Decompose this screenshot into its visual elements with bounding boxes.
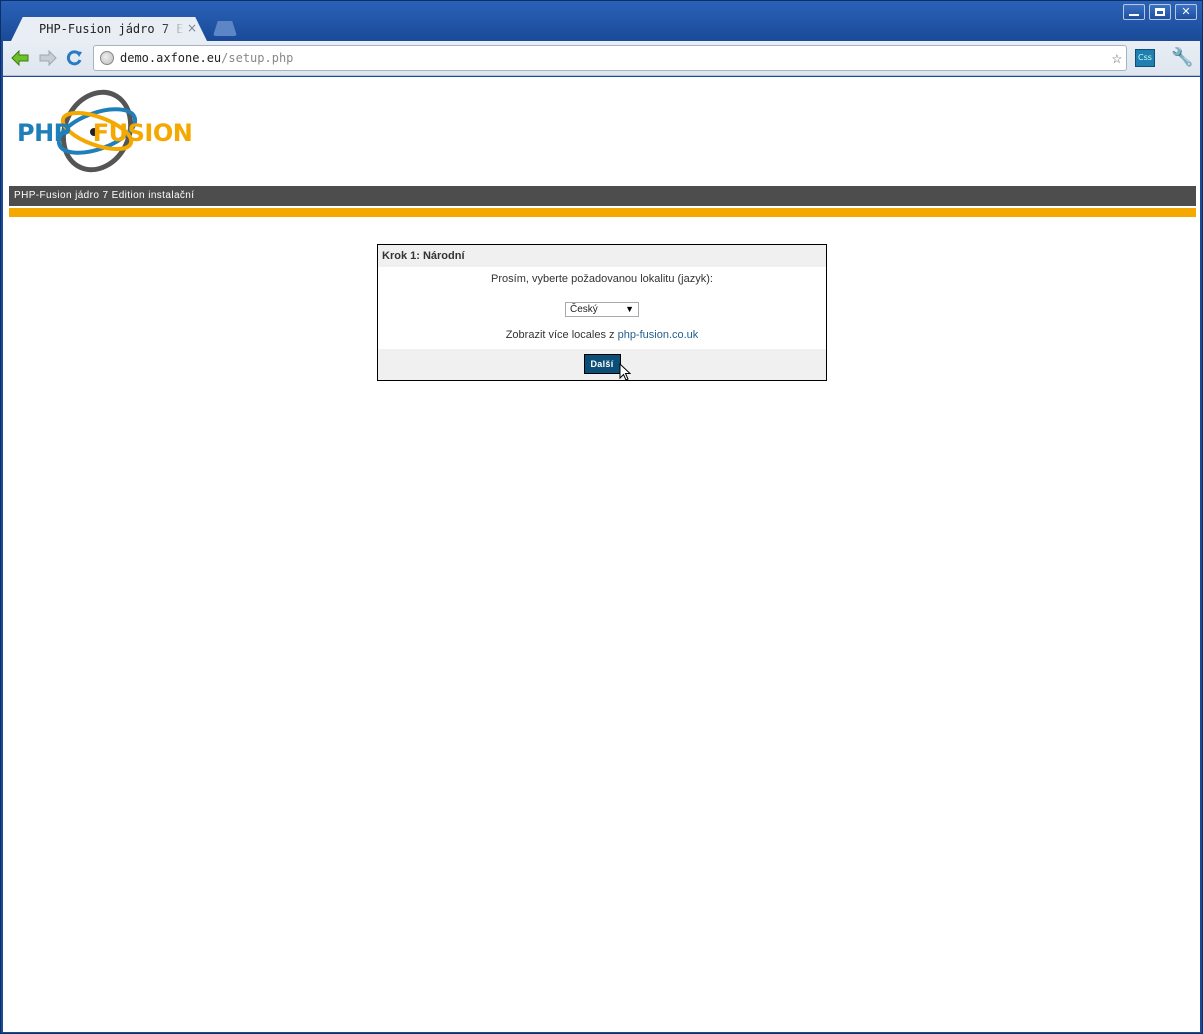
next-button[interactable]: Další xyxy=(583,354,621,374)
back-arrow-icon[interactable] xyxy=(11,50,29,66)
panel-body: Prosím, vyberte požadovanou lokalitu (ja… xyxy=(378,273,826,341)
bookmark-star-icon[interactable]: ☆ xyxy=(1112,48,1122,68)
close-window-button[interactable]: ✕ xyxy=(1175,4,1197,20)
page-viewport: PHP FUSION PHP-Fusion jádro 7 Edition ins… xyxy=(3,77,1200,1032)
browser-window: ✕ PHP-Fusion jádro 7 Edition instalační … xyxy=(0,0,1203,1034)
wrench-menu-icon[interactable]: 🔧 xyxy=(1171,47,1193,68)
logo-text-fusion: FUSION xyxy=(92,119,193,147)
minimize-button[interactable] xyxy=(1123,4,1145,20)
window-controls: ✕ xyxy=(1123,4,1197,20)
tab-title: PHP-Fusion jádro 7 Edition instalační xyxy=(39,22,184,36)
maximize-button[interactable] xyxy=(1149,4,1171,20)
locale-select[interactable]: Český ▼ xyxy=(565,302,639,317)
css-extension-icon[interactable]: Css xyxy=(1135,49,1155,67)
url-path: /setup.php xyxy=(221,51,294,65)
forward-arrow-icon[interactable] xyxy=(39,50,57,66)
panel-title: Krok 1: Národní xyxy=(378,245,826,267)
browser-tab[interactable]: PHP-Fusion jádro 7 Edition instalační × xyxy=(11,17,207,41)
tab-close-icon[interactable]: × xyxy=(187,21,197,35)
globe-icon xyxy=(100,51,114,65)
accent-bar xyxy=(9,208,1196,217)
mouse-cursor-icon xyxy=(619,363,631,381)
more-locales-text: Zobrazit více locales z php-fusion.co.uk xyxy=(378,329,826,341)
panel-footer: Další xyxy=(378,349,826,380)
more-locales-prefix: Zobrazit více locales z xyxy=(505,329,618,341)
browser-toolbar: demo.axfone.eu/setup.php ☆ Css 🔧 xyxy=(3,41,1200,76)
setup-banner: PHP-Fusion jádro 7 Edition instalační xyxy=(9,186,1196,206)
reload-icon[interactable] xyxy=(65,50,83,66)
php-fusion-logo: PHP FUSION xyxy=(13,89,233,174)
locale-prompt: Prosím, vyberte požadovanou lokalitu (ja… xyxy=(491,273,713,285)
php-fusion-link[interactable]: php-fusion.co.uk xyxy=(618,329,699,341)
logo-text: PHP FUSION xyxy=(17,119,193,147)
url-host: demo.axfone.eu xyxy=(120,51,222,65)
logo-text-php: PHP xyxy=(17,119,71,147)
dropdown-arrow-icon: ▼ xyxy=(625,304,634,314)
locale-panel: Krok 1: Národní Prosím, vyberte požadova… xyxy=(377,244,827,381)
locale-selected-value: Český xyxy=(570,304,598,315)
address-bar[interactable]: demo.axfone.eu/setup.php ☆ xyxy=(93,45,1127,71)
new-tab-button[interactable] xyxy=(213,21,237,36)
